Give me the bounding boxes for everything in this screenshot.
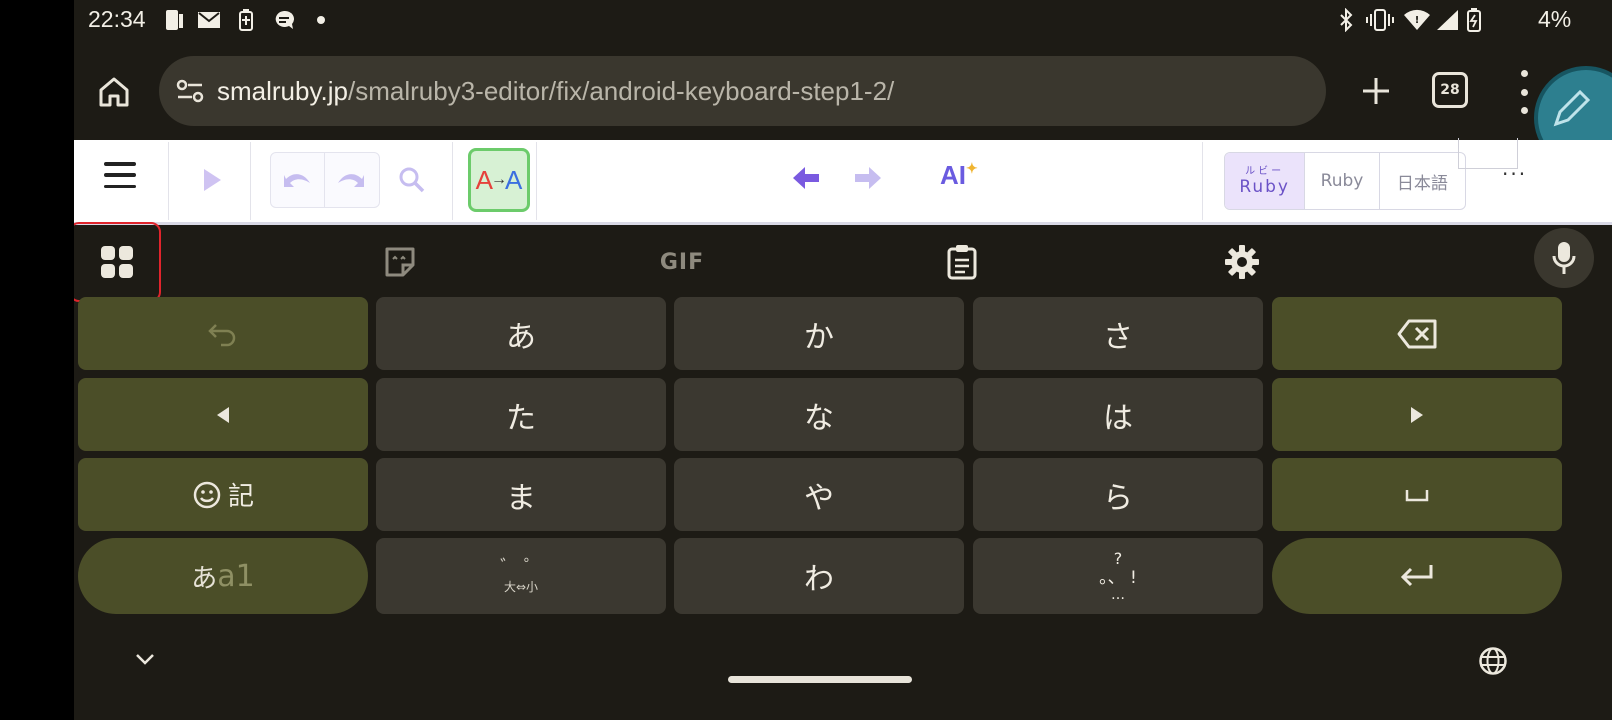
signal-icon [1434,8,1460,32]
forward-arrow-icon[interactable] [850,160,886,196]
svg-text:!: ! [1415,15,1420,26]
address-bar[interactable]: smalruby.jp/smalruby3-editor/fix/android… [159,56,1326,126]
mode-alpha-label: a1 [217,558,255,594]
hide-keyboard-chevron-icon[interactable] [130,644,160,674]
globe-icon[interactable] [1476,644,1510,678]
url-text: smalruby.jp/smalruby3-editor/fix/android… [217,76,894,107]
language-switch: ルビー Ruby Ruby 日本語 [1224,152,1466,210]
mode-kana-label: あ [191,563,218,594]
settings-icon[interactable] [1220,240,1264,284]
divider [452,142,453,220]
vibrate-icon [1366,8,1394,32]
backspace-key[interactable] [1272,297,1562,370]
sticker-icon[interactable] [378,240,422,284]
home-icon[interactable] [92,70,136,114]
run-play-icon[interactable] [194,162,230,198]
emoji-kigou-key[interactable]: 記 [78,458,368,531]
battery-percent: 4% [1538,6,1572,32]
clipboard-icon[interactable] [940,240,984,284]
divider [250,142,251,220]
hamburger-menu-icon[interactable] [104,162,136,188]
divider [168,142,169,220]
dakuten-key[interactable]: ゛ ゜ 大⇔小 [376,538,666,614]
key-ya[interactable]: や [674,458,964,531]
phone-icon [162,8,188,32]
url-path: /smalruby3-editor/fix/android-keyboard-s… [348,75,895,106]
key-na[interactable]: な [674,378,964,451]
dot-icon [316,8,326,32]
undo-key[interactable] [78,297,368,370]
punct-mid-label: 。、 ! [1099,568,1137,588]
ai-button[interactable]: AI✦ [940,160,978,191]
sparkle-icon: ✦ [966,160,978,176]
browser-toolbar: smalruby.jp/smalruby3-editor/fix/android… [74,42,1612,140]
divider [536,142,537,220]
bluetooth-icon [1336,8,1356,32]
status-bar: 22:34 ! 4% [74,0,1612,42]
clock: 22:34 [88,6,146,32]
emoji-face-icon [193,481,221,508]
key-ma[interactable]: ま [376,458,666,531]
editor-menu-bar: A → A AI✦ ルビー Ruby Ruby 日本語 ··· [74,138,1612,225]
lang-ruby-option[interactable]: Ruby [1305,153,1380,209]
highlight-box [74,222,161,302]
battery-icon [1464,8,1484,32]
mail-icon [196,8,222,32]
input-mode-key[interactable]: あ a1 [78,538,368,614]
more-options-icon[interactable]: ··· [1502,162,1527,186]
ai-label: AI [940,160,966,190]
lang-ruby-furigana-option[interactable]: ルビー Ruby [1225,153,1306,209]
search-icon[interactable] [394,162,430,198]
ruby-furigana-text: ルビー [1245,165,1285,177]
font-size-toggle-button[interactable]: A → A [468,148,530,212]
key-ka[interactable]: か [674,297,964,370]
browser-menu-icon[interactable] [1514,70,1534,114]
punct-top-label: ? [1113,549,1123,568]
keyboard-toolbar: GIF [74,226,1612,298]
punctuation-key[interactable]: ? 。、 ! … [973,538,1263,614]
space-key[interactable] [1272,458,1562,531]
enter-key[interactable] [1272,538,1562,614]
url-host: smalruby.jp [217,75,349,106]
new-tab-plus-icon[interactable] [1353,68,1399,114]
key-sa[interactable]: さ [973,297,1263,370]
gif-icon[interactable]: GIF [656,240,708,284]
undo-icon[interactable] [281,165,313,195]
undo-redo-group [270,152,380,208]
chat-icon [272,8,296,32]
key-a[interactable]: あ [376,297,666,370]
key-ha[interactable]: は [973,378,1263,451]
gesture-nav-handle[interactable] [728,676,912,683]
phone-screen: 22:34 ! 4% smalruby.jp/smalruby3-editor/… [74,0,1612,720]
key-ta[interactable]: た [376,378,666,451]
battery-saver-icon [236,8,256,32]
tab-switcher-button[interactable]: 28 [1432,72,1468,108]
mic-icon[interactable] [1534,228,1594,288]
dakuten-top-label: ゛ ゜ [500,556,542,578]
dakuten-bottom-label: 大⇔小 [503,579,539,594]
site-settings-icon[interactable] [175,76,205,106]
kigou-label: 記 [227,482,254,512]
lang-japanese-option[interactable]: 日本語 [1380,153,1465,209]
divider [1202,142,1203,220]
punct-bottom-label: … [1111,587,1125,603]
key-wa[interactable]: わ [674,538,964,614]
aa-label-blue: A [505,164,523,195]
cursor-right-key[interactable] [1272,378,1562,451]
redo-icon[interactable] [335,165,367,195]
wifi-icon: ! [1402,8,1432,32]
cursor-left-key[interactable] [78,378,368,451]
ruby-main-text: Ruby [1239,176,1290,197]
back-arrow-icon[interactable] [788,160,824,196]
key-ra[interactable]: ら [973,458,1263,531]
